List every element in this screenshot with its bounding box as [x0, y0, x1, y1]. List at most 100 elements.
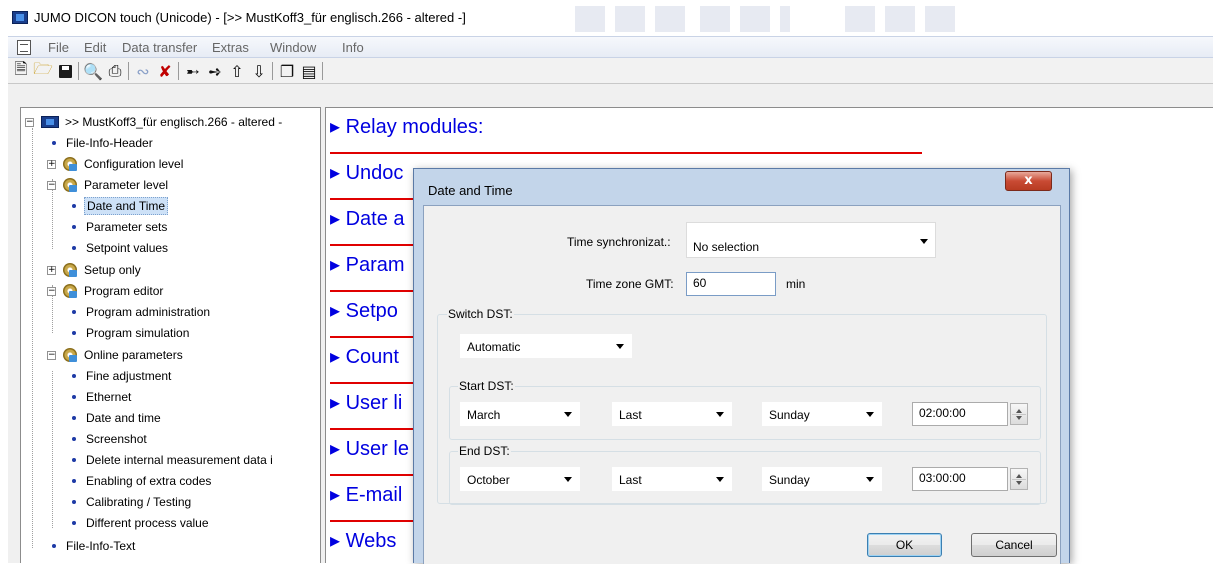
window-cascade-icon[interactable]: ❐ — [276, 60, 298, 82]
chevron-down-icon — [716, 477, 724, 482]
section-title: ▸ Setpo — [330, 300, 398, 322]
end-dst-month-select[interactable]: October — [460, 467, 580, 491]
open-folder-icon[interactable]: 🗁 — [32, 59, 54, 82]
switch-dst-select[interactable]: Automatic — [460, 334, 632, 358]
tree-item-setup-only[interactable]: + Setup only — [25, 260, 143, 280]
tree-item-screenshot[interactable]: Screenshot — [72, 429, 149, 449]
tree-item-delete-internal-measurement-data[interactable]: Delete internal measurement data i — [72, 450, 275, 470]
tree-item-online-parameters[interactable]: − Online parameters — [25, 345, 185, 365]
end-dst-day-select[interactable]: Sunday — [762, 467, 882, 491]
end-dst-time-spinner[interactable] — [1010, 468, 1028, 490]
section-title: ▸ Relay modules: — [330, 116, 484, 138]
time-zone-unit: min — [786, 277, 806, 291]
start-dst-time-spinner[interactable] — [1010, 403, 1028, 425]
spin-down-icon — [1016, 481, 1022, 485]
expand-icon[interactable]: + — [47, 159, 56, 169]
time-sync-select[interactable]: No selection — [686, 222, 936, 258]
chevron-down-icon — [920, 239, 928, 244]
tree-item-different-process-value[interactable]: Different process value — [72, 513, 211, 533]
collapse-icon[interactable]: − — [25, 117, 34, 127]
document-icon[interactable] — [17, 40, 31, 55]
tree-item-program-simulation[interactable]: Program simulation — [72, 323, 191, 343]
tree-item-parameter-sets[interactable]: Parameter sets — [72, 217, 169, 237]
collapse-icon[interactable]: − — [47, 286, 56, 296]
tree-item-setpoint-values[interactable]: Setpoint values — [72, 238, 170, 258]
cancel-button[interactable]: Cancel — [971, 533, 1057, 557]
download-icon[interactable]: ⇩ — [248, 60, 270, 82]
tree-item-label: Online parameters — [84, 348, 183, 362]
date-and-time-dialog: Date and Time x Time synchronizat.: No s… — [413, 168, 1070, 564]
end-dst-time-input[interactable]: 03:00:00 — [912, 467, 1008, 491]
menu-info[interactable]: Info — [342, 40, 364, 55]
bullet-icon — [72, 521, 76, 525]
close-button[interactable]: x — [1005, 171, 1052, 191]
section-title-text: Webs — [345, 530, 397, 552]
tree-item-program-administration[interactable]: Program administration — [72, 302, 212, 322]
tree-item-file-info-text[interactable]: File-Info-Text — [52, 536, 137, 556]
menu-window[interactable]: Window — [270, 40, 316, 55]
end-dst-week-select[interactable]: Last — [612, 467, 732, 491]
section-relay-modules[interactable]: ▸ Relay modules: — [326, 108, 926, 154]
menu-file[interactable]: File — [48, 40, 69, 55]
tree-item-file-info-header[interactable]: File-Info-Header — [52, 133, 155, 153]
tree-root[interactable]: − >> MustKoff3_für englisch.266 - altere… — [25, 112, 284, 132]
tree-item-calibrating-testing[interactable]: Calibrating / Testing — [72, 492, 193, 512]
title-bar: JUMO DICON touch (Unicode) - [>> MustKof… — [0, 0, 1213, 36]
device-file-icon — [41, 116, 59, 128]
tree-item-date-and-time[interactable]: Date and Time — [72, 196, 169, 216]
menu-extras[interactable]: Extras — [212, 40, 249, 55]
tree-item-configuration-level[interactable]: + Configuration level — [25, 154, 185, 174]
window-tile-icon[interactable]: ▤ — [298, 60, 320, 82]
start-dst-day-select[interactable]: Sunday — [762, 402, 882, 426]
collapse-icon[interactable]: − — [47, 180, 56, 190]
tree-item-label: Date and Time — [84, 197, 169, 215]
print-preview-icon[interactable]: 🔍 — [82, 60, 104, 82]
bullet-icon — [72, 246, 76, 250]
section-title: ▸ User li — [330, 392, 403, 414]
tree-item-parameter-level[interactable]: − Parameter level — [25, 175, 170, 195]
transfer-from-device-icon[interactable]: ➺ — [204, 60, 226, 82]
menu-bar: File Edit Data transfer Extras Window In… — [8, 36, 1213, 58]
save-icon[interactable] — [54, 60, 76, 82]
collapse-icon[interactable]: − — [47, 350, 56, 360]
gear-folder-icon — [63, 178, 77, 192]
start-dst-time-input[interactable]: 02:00:00 — [912, 402, 1008, 426]
transfer-to-device-icon[interactable]: ➸ — [182, 60, 204, 82]
chevron-down-icon — [866, 477, 874, 482]
upload-icon[interactable]: ⇧ — [226, 60, 248, 82]
start-dst-month-select[interactable]: March — [460, 402, 580, 426]
tree-line — [52, 371, 53, 528]
bullet-icon — [72, 225, 76, 229]
section-title-text: Relay modules: — [345, 116, 484, 138]
toolbar: 🗎 🗁 🔍 ⎙ ∾ ✘ ➸ ➺ ⇧ ⇩ ❐ ▤ — [8, 58, 1213, 84]
menu-edit[interactable]: Edit — [84, 40, 106, 55]
chevron-down-icon — [564, 477, 572, 482]
start-dst-week-select[interactable]: Last — [612, 402, 732, 426]
section-title: ▸ User le — [330, 438, 409, 460]
dialog-body: Time synchronizat.: No selection Time zo… — [423, 205, 1061, 564]
new-file-icon[interactable]: 🗎 — [10, 59, 32, 82]
chevron-down-icon — [716, 412, 724, 417]
toolbar-separator — [272, 62, 273, 80]
section-title-text: Setpo — [345, 300, 398, 322]
bullet-icon — [72, 437, 76, 441]
time-zone-label: Time zone GMT: — [586, 277, 674, 291]
expand-icon[interactable]: + — [47, 265, 56, 275]
section-title-text: User li — [345, 392, 403, 414]
ok-button[interactable]: OK — [867, 533, 942, 557]
tree-item-ethernet[interactable]: Ethernet — [72, 387, 133, 407]
disconnect-icon[interactable]: ✘ — [154, 60, 176, 82]
menu-data-transfer[interactable]: Data transfer — [122, 40, 197, 55]
tree-item-enabling-of-extra-codes[interactable]: Enabling of extra codes — [72, 471, 213, 491]
print-icon[interactable]: ⎙ — [104, 60, 126, 82]
tree-item-date-and-time-online[interactable]: Date and time — [72, 408, 163, 428]
switch-dst-value: Automatic — [467, 340, 521, 354]
tree-item-label: Fine adjustment — [86, 369, 172, 383]
connection-icon[interactable]: ∾ — [132, 60, 154, 82]
section-title: ▸ Date a — [330, 208, 405, 230]
tree-item-program-editor[interactable]: − Program editor — [25, 281, 165, 301]
time-zone-input[interactable]: 60 — [686, 272, 776, 296]
section-title: ▸ E-mail — [330, 484, 403, 506]
tree-item-label: Calibrating / Testing — [86, 495, 192, 509]
tree-item-fine-adjustment[interactable]: Fine adjustment — [72, 366, 173, 386]
